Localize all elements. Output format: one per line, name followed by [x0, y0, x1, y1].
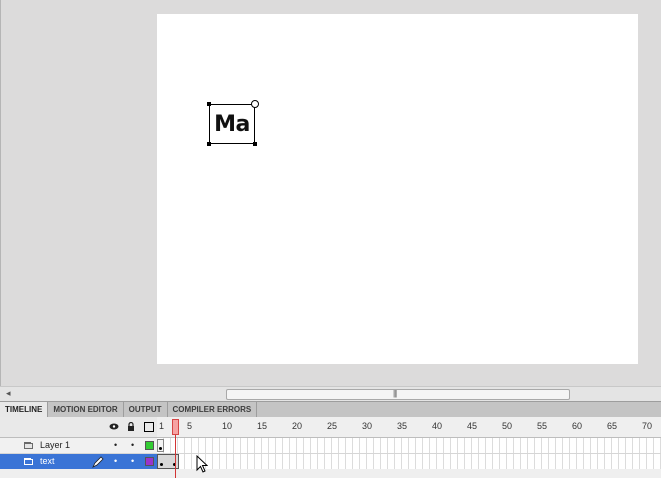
playhead[interactable]: [172, 419, 179, 435]
frame-tick-label: 20: [292, 421, 303, 431]
layer-visibility-dot[interactable]: •: [114, 440, 117, 450]
text-resize-circle-handle[interactable]: [251, 100, 259, 108]
frame-tick-label: 55: [537, 421, 548, 431]
transform-handle-bottom-left[interactable]: [207, 142, 211, 146]
frame-row-layer-1[interactable]: [157, 438, 661, 454]
layer-outline-color-swatch[interactable]: [145, 441, 154, 450]
frame-tick-label: 60: [572, 421, 583, 431]
layer-outline-color-swatch[interactable]: [145, 457, 154, 466]
frame-tick-label: 30: [362, 421, 373, 431]
transform-handle-top-left[interactable]: [207, 102, 211, 106]
frame-tick-label: 5: [187, 421, 193, 431]
tab-output[interactable]: OUTPUT: [124, 402, 168, 417]
layer-lock-dot[interactable]: •: [131, 440, 134, 450]
frame-tick-label: 10: [222, 421, 233, 431]
mouse-cursor-icon: [196, 455, 208, 473]
frame-tick-label: 50: [502, 421, 513, 431]
frame-ruler[interactable]: 1 5 10 15 20 25 30 35 40 45 50 55 60 65 70: [157, 417, 661, 438]
playhead-line: [175, 435, 176, 478]
horizontal-scrollbar[interactable]: ◂ |||: [0, 386, 661, 401]
transform-handle-bottom-right[interactable]: [253, 142, 257, 146]
frame-row-text[interactable]: [157, 454, 661, 469]
stage-canvas[interactable]: [157, 14, 638, 364]
frame-tick-label: 15: [257, 421, 268, 431]
text-field-content: Ma: [214, 111, 250, 137]
tab-timeline[interactable]: TIMELINE: [0, 402, 49, 417]
frame-tick-label: 45: [467, 421, 478, 431]
tab-compiler-errors[interactable]: COMPILER ERRORS: [168, 402, 258, 417]
show-hide-all-eye-icon[interactable]: [109, 423, 119, 430]
selected-text-field[interactable]: Ma: [207, 100, 259, 146]
timeline-panel: 1 5 10 15 20 25 30 35 40 45 50 55 60 65 70 Layer 1 • •…: [0, 417, 661, 478]
show-all-outlines-icon[interactable]: [144, 422, 154, 432]
panel-tab-bar: TIMELINE MOTION EDITOR OUTPUT COMPILER E…: [0, 401, 661, 418]
frame-tick-label: 70: [642, 421, 653, 431]
layer-lock-dot[interactable]: •: [131, 456, 134, 466]
scroll-left-arrow-icon[interactable]: ◂: [6, 388, 11, 399]
pencil-edit-icon: [92, 456, 104, 468]
lock-all-icon[interactable]: [127, 422, 135, 432]
layer-name[interactable]: Layer 1: [40, 440, 70, 450]
layer-name[interactable]: text: [40, 456, 55, 466]
frame-tick-label: 35: [397, 421, 408, 431]
layer-row-text[interactable]: text • •: [0, 454, 157, 469]
tab-motion-editor[interactable]: MOTION EDITOR: [48, 402, 124, 417]
scrollbar-thumb[interactable]: |||: [226, 389, 570, 400]
layer-visibility-dot[interactable]: •: [114, 456, 117, 466]
frame-tick-label: 25: [327, 421, 338, 431]
frame-tick-label: 40: [432, 421, 443, 431]
frame-tick-label: 65: [607, 421, 618, 431]
layer-icon: [24, 458, 33, 465]
layer-header: [0, 417, 157, 438]
keyframe[interactable]: [157, 439, 164, 452]
frame-tick-label: 1: [159, 421, 165, 431]
layer-icon: [24, 442, 33, 449]
layer-row-layer-1[interactable]: Layer 1 • •: [0, 438, 157, 454]
scrollbar-grip-icon: |||: [393, 389, 397, 398]
